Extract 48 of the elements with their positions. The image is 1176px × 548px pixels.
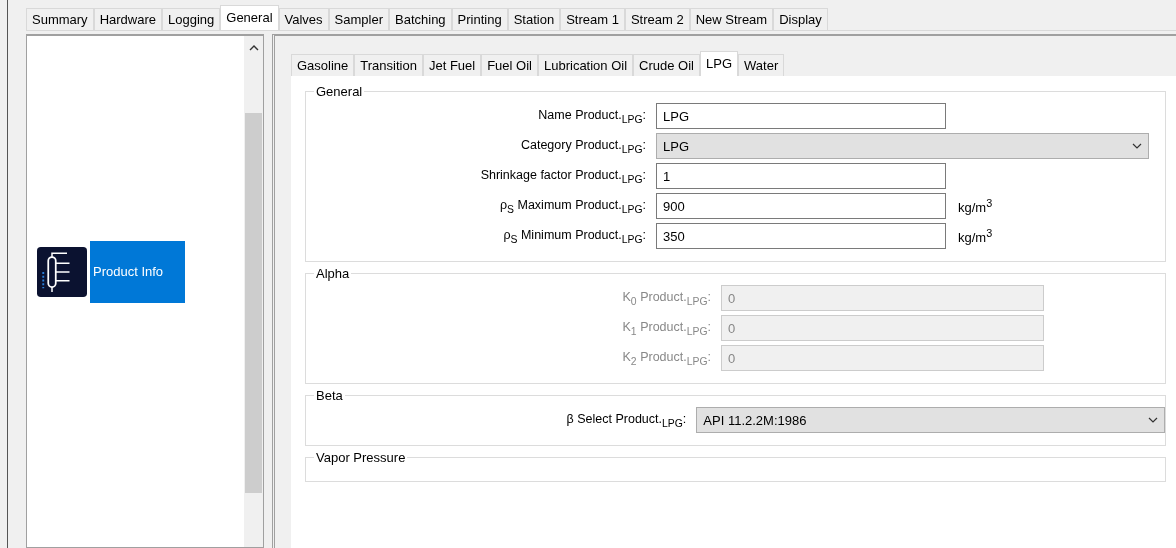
tab[interactable]: Lubrication Oil — [537, 54, 634, 76]
input-field[interactable]: 900 — [656, 193, 946, 219]
unit-label: kg/m$^{3}$ — [958, 226, 993, 246]
input-field[interactable]: LPG — [656, 103, 946, 129]
tab[interactable]: Gasoline — [291, 54, 355, 76]
tab[interactable]: Transition — [354, 54, 423, 76]
tab[interactable]: New Stream — [689, 8, 774, 30]
caret-icon — [1148, 417, 1158, 423]
tab[interactable]: Display — [773, 8, 828, 30]
field-label: K$_{0}$ Product.$_{LPG}$: — [621, 289, 712, 307]
tab[interactable]: Hardware — [93, 8, 162, 30]
tab[interactable]: Water — [738, 54, 785, 76]
field-label: Name Product.$_{LPG}$: — [537, 107, 647, 125]
tab[interactable]: Stream 1 — [560, 8, 625, 30]
tab[interactable]: Logging — [162, 8, 221, 30]
field-label: ρ$_{S}$ Maximum Product.$_{LPG}$: — [498, 197, 647, 215]
input-field[interactable]: 1 — [656, 163, 946, 189]
group-title: Alpha — [315, 266, 351, 281]
tab[interactable]: Fuel Oil — [481, 54, 538, 76]
dropdown[interactable]: API 11.2.2M:1986 — [696, 407, 1165, 433]
tab[interactable]: Printing — [451, 8, 508, 30]
field-label: K$_{2}$ Product.$_{LPG}$: — [621, 349, 712, 367]
field-label: Shrinkage factor Product.$_{LPG}$: — [479, 167, 647, 185]
group-title: General — [315, 84, 364, 99]
tab[interactable]: Stream 2 — [624, 8, 690, 30]
tab[interactable]: LPG — [700, 51, 738, 76]
tab[interactable]: Crude Oil — [633, 54, 700, 76]
field-label: K$_{1}$ Product.$_{LPG}$: — [621, 319, 712, 337]
distillation-column-icon — [37, 246, 87, 297]
group-title: Vapor Pressure — [315, 450, 407, 465]
tab[interactable]: Sampler — [328, 8, 389, 30]
tab[interactable]: Jet Fuel — [422, 54, 482, 76]
tab[interactable]: Station — [507, 8, 561, 30]
caret-icon — [1132, 143, 1142, 149]
tab[interactable]: Valves — [278, 8, 329, 30]
scroll-up-icon[interactable] — [248, 45, 259, 51]
dropdown[interactable]: LPG — [656, 133, 1149, 159]
field-label: β Select Product.$_{LPG}$: — [565, 411, 688, 429]
group-title: Beta — [315, 388, 344, 403]
unit-label: kg/m$^{3}$ — [958, 196, 993, 216]
tab[interactable]: Batching — [389, 8, 452, 30]
sidebar-item[interactable]: Product Info — [90, 240, 185, 303]
tab[interactable]: Summary — [26, 8, 94, 30]
field-label: ρ$_{S}$ Minimum Product.$_{LPG}$: — [502, 227, 647, 245]
field-label: Category Product.$_{LPG}$: — [519, 137, 647, 155]
tab[interactable]: General — [220, 5, 279, 30]
scrollbar[interactable] — [244, 36, 263, 547]
input-field[interactable]: 350 — [656, 223, 946, 249]
